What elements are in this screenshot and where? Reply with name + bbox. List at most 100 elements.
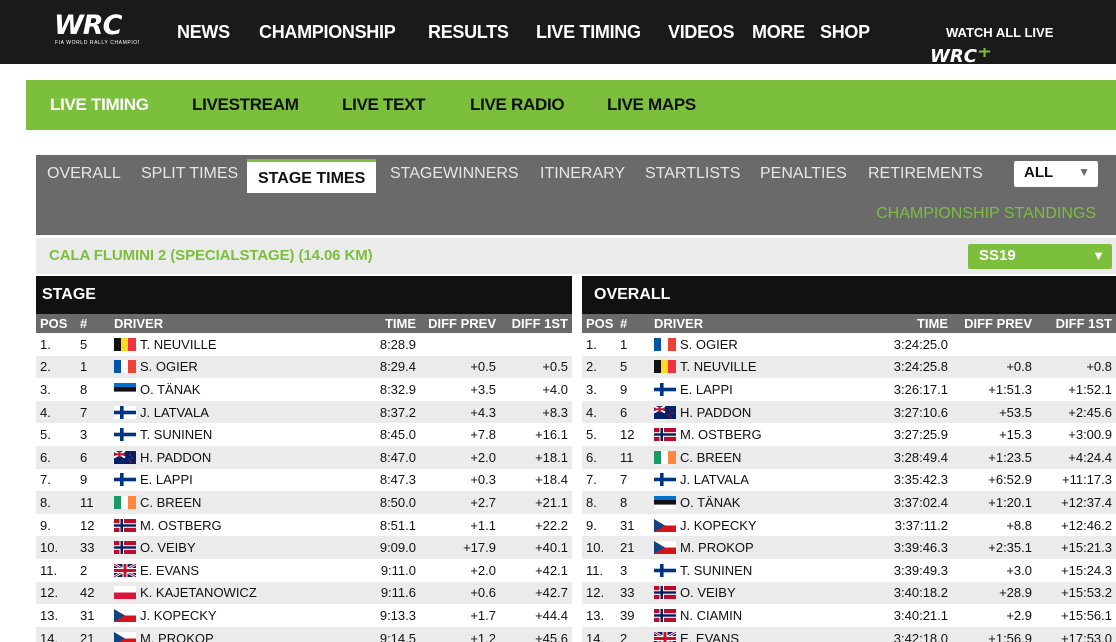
- wrc-plus-sign: +: [976, 48, 993, 62]
- col-header-pos[interactable]: POS: [36, 314, 76, 333]
- cell-driver[interactable]: J. KOPECKY: [110, 604, 354, 627]
- cell-driver[interactable]: M. OSTBERG: [650, 423, 864, 446]
- col-header-driver[interactable]: DRIVER: [110, 314, 354, 333]
- cell-driver[interactable]: J. LATVALA: [110, 400, 354, 424]
- table-row[interactable]: 4. 6 H. PADDON 3:27:10.6 +53.5 +2:45.6: [582, 400, 1116, 424]
- table-row[interactable]: 6. 6 H. PADDON 8:47.0 +2.0 +18.1: [36, 445, 572, 469]
- subnav-live-text[interactable]: LIVE TEXT: [342, 94, 426, 116]
- cell-driver[interactable]: M. PROKOP: [110, 626, 354, 642]
- class-filter-select[interactable]: ALL ▼: [1014, 161, 1098, 187]
- table-row[interactable]: 5. 12 M. OSTBERG 3:27:25.9 +15.3 +3:00.9: [582, 423, 1116, 446]
- table-row[interactable]: 13. 31 J. KOPECKY 9:13.3 +1.7 +44.4: [36, 604, 572, 627]
- table-row[interactable]: 12. 42 K. KAJETANOWICZ 9:11.6 +0.6 +42.7: [36, 581, 572, 605]
- table-row[interactable]: 9. 12 M. OSTBERG 8:51.1 +1.1 +22.2: [36, 513, 572, 537]
- col-header-number[interactable]: #: [76, 314, 110, 333]
- driver-name: K. KAJETANOWICZ: [140, 585, 257, 601]
- cell-driver[interactable]: O. TÄNAK: [650, 491, 864, 514]
- cell-driver[interactable]: K. KAJETANOWICZ: [110, 581, 354, 605]
- table-row[interactable]: 3. 9 E. LAPPI 3:26:17.1 +1:51.3 +1:52.1: [582, 378, 1116, 401]
- nav-item-live-timing[interactable]: LIVE TIMING: [536, 21, 641, 43]
- col-header-diff-prev[interactable]: DIFF PREV: [952, 314, 1036, 333]
- table-row[interactable]: 11. 3 T. SUNINEN 3:39:49.3 +3.0 +15:24.3: [582, 558, 1116, 582]
- tab-itinerary[interactable]: ITINERARY: [540, 163, 625, 193]
- nav-item-more[interactable]: MORE: [752, 21, 805, 43]
- table-row[interactable]: 12. 33 O. VEIBY 3:40:18.2 +28.9 +15:53.2: [582, 581, 1116, 605]
- cell-diff-prev: +4.3: [420, 400, 500, 424]
- cell-driver[interactable]: S. OGIER: [110, 355, 354, 379]
- table-row[interactable]: 10. 33 O. VEIBY 9:09.0 +17.9 +40.1: [36, 536, 572, 559]
- table-row[interactable]: 10. 21 M. PROKOP 3:39:46.3 +2:35.1 +15:21.3: [582, 536, 1116, 559]
- cell-driver[interactable]: T. NEUVILLE: [650, 355, 864, 379]
- nav-item-shop[interactable]: SHOP: [820, 21, 870, 43]
- cell-driver[interactable]: E. EVANS: [650, 626, 864, 642]
- tab-overall[interactable]: OVERALL: [47, 163, 121, 193]
- table-row[interactable]: 14. 21 M. PROKOP 9:14.5 +1.2 +45.6: [36, 626, 572, 642]
- subnav-live-maps[interactable]: LIVE MAPS: [607, 94, 696, 116]
- nav-item-championship[interactable]: CHAMPIONSHIP: [259, 21, 396, 43]
- watch-all-live-link[interactable]: WATCH ALL LIVE: [946, 25, 1053, 40]
- col-header-diff-first[interactable]: DIFF 1ST: [500, 314, 572, 333]
- cell-driver[interactable]: H. PADDON: [110, 445, 354, 469]
- tab-stagewinners[interactable]: STAGEWINNERS: [390, 163, 519, 193]
- table-row[interactable]: 11. 2 E. EVANS 9:11.0 +2.0 +42.1: [36, 558, 572, 582]
- tab-split-times[interactable]: SPLIT TIMES: [141, 163, 238, 193]
- table-row[interactable]: 4. 7 J. LATVALA 8:37.2 +4.3 +8.3: [36, 400, 572, 424]
- cell-driver[interactable]: J. KOPECKY: [650, 513, 864, 537]
- cell-position: 5.: [582, 423, 616, 446]
- cell-driver[interactable]: J. LATVALA: [650, 468, 864, 492]
- table-row[interactable]: 3. 8 O. TÄNAK 8:32.9 +3.5 +4.0: [36, 378, 572, 401]
- cell-driver[interactable]: M. OSTBERG: [110, 513, 354, 537]
- table-row[interactable]: 7. 7 J. LATVALA 3:35:42.3 +6:52.9 +11:17.3: [582, 468, 1116, 492]
- col-header-number[interactable]: #: [616, 314, 650, 333]
- table-row[interactable]: 5. 3 T. SUNINEN 8:45.0 +7.8 +16.1: [36, 423, 572, 446]
- table-row[interactable]: 8. 8 O. TÄNAK 3:37:02.4 +1:20.1 +12:37.4: [582, 491, 1116, 514]
- col-header-diff-prev[interactable]: DIFF PREV: [420, 314, 500, 333]
- tab-stage-times[interactable]: STAGE TIMES: [247, 159, 377, 193]
- table-row[interactable]: 14. 2 E. EVANS 3:42:18.0 +1:56.9 +17:53.0: [582, 626, 1116, 642]
- cell-car-number: 8: [616, 491, 650, 514]
- col-header-time[interactable]: TIME: [354, 314, 420, 333]
- cell-driver[interactable]: H. PADDON: [650, 400, 864, 424]
- tab-startlists[interactable]: STARTLISTS: [645, 163, 740, 193]
- championship-standings-link[interactable]: CHAMPIONSHIP STANDINGS: [876, 205, 1096, 223]
- table-row[interactable]: 13. 39 N. CIAMIN 3:40:21.1 +2.9 +15:56.1: [582, 604, 1116, 627]
- col-header-driver[interactable]: DRIVER: [650, 314, 864, 333]
- cell-driver[interactable]: C. BREEN: [650, 445, 864, 469]
- table-row[interactable]: 1. 1 S. OGIER 3:24:25.0: [582, 333, 1116, 356]
- subnav-live-timing[interactable]: LIVE TIMING: [50, 94, 149, 116]
- table-row[interactable]: 1. 5 T. NEUVILLE 8:28.9: [36, 333, 572, 356]
- wrc-logo[interactable]: WRC FIA WORLD RALLY CHAMPIONSHIP: [54, 12, 140, 52]
- tab-penalties[interactable]: PENALTIES: [760, 163, 847, 193]
- cell-driver[interactable]: T. SUNINEN: [650, 558, 864, 582]
- stage-select[interactable]: SS19 ▼: [968, 244, 1112, 269]
- cell-driver[interactable]: O. VEIBY: [110, 536, 354, 559]
- col-header-diff-first[interactable]: DIFF 1ST: [1036, 314, 1116, 333]
- cell-driver[interactable]: N. CIAMIN: [650, 604, 864, 627]
- wrc-plus-logo[interactable]: WRC+: [930, 48, 992, 64]
- table-row[interactable]: 2. 1 S. OGIER 8:29.4 +0.5 +0.5: [36, 355, 572, 379]
- cell-driver[interactable]: E. LAPPI: [110, 468, 354, 492]
- table-row[interactable]: 8. 11 C. BREEN 8:50.0 +2.7 +21.1: [36, 491, 572, 514]
- cell-driver[interactable]: E. LAPPI: [650, 378, 864, 401]
- cell-driver[interactable]: M. PROKOP: [650, 536, 864, 559]
- table-row[interactable]: 2. 5 T. NEUVILLE 3:24:25.8 +0.8 +0.8: [582, 355, 1116, 379]
- cell-diff-first: +3:00.9: [1036, 423, 1116, 446]
- subnav-live-radio[interactable]: LIVE RADIO: [470, 94, 565, 116]
- cell-driver[interactable]: C. BREEN: [110, 491, 354, 514]
- cell-driver[interactable]: O. TÄNAK: [110, 378, 354, 401]
- table-row[interactable]: 6. 11 C. BREEN 3:28:49.4 +1:23.5 +4:24.4: [582, 445, 1116, 469]
- nav-item-news[interactable]: NEWS: [177, 21, 230, 43]
- cell-driver[interactable]: T. NEUVILLE: [110, 333, 354, 356]
- col-header-time[interactable]: TIME: [864, 314, 952, 333]
- cell-driver[interactable]: E. EVANS: [110, 558, 354, 582]
- cell-driver[interactable]: S. OGIER: [650, 333, 864, 356]
- table-row[interactable]: 7. 9 E. LAPPI 8:47.3 +0.3 +18.4: [36, 468, 572, 492]
- nav-item-videos[interactable]: VIDEOS: [668, 21, 735, 43]
- table-row[interactable]: 9. 31 J. KOPECKY 3:37:11.2 +8.8 +12:46.2: [582, 513, 1116, 537]
- nav-item-results[interactable]: RESULTS: [428, 21, 509, 43]
- subnav-livestream[interactable]: LIVESTREAM: [192, 94, 299, 116]
- tab-retirements[interactable]: RETIREMENTS: [868, 163, 983, 193]
- col-header-pos[interactable]: POS: [582, 314, 616, 333]
- cell-driver[interactable]: O. VEIBY: [650, 581, 864, 605]
- cell-driver[interactable]: T. SUNINEN: [110, 423, 354, 446]
